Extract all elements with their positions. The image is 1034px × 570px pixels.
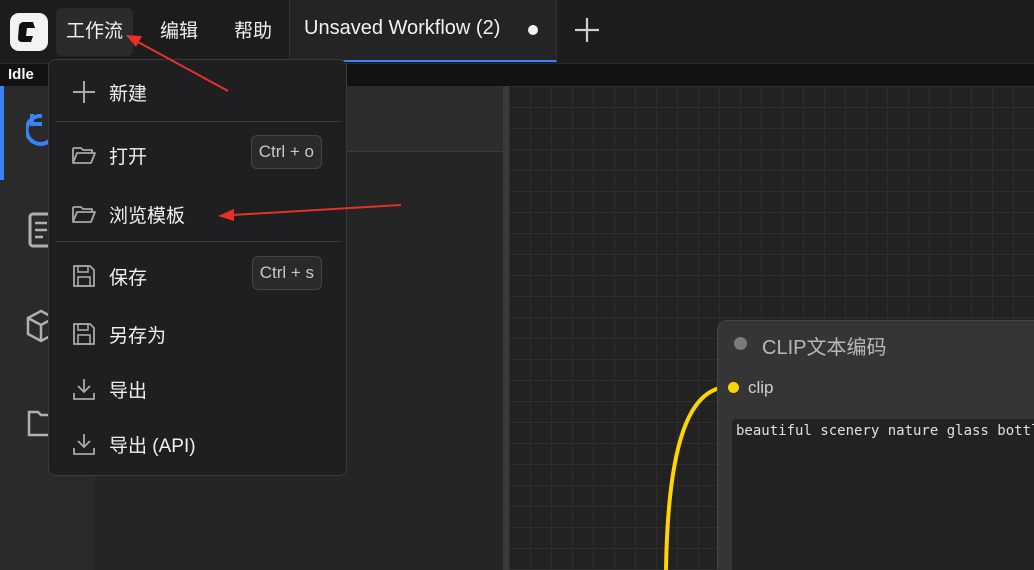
download-icon: [73, 379, 95, 400]
menu-item-label: 导出 (API): [109, 436, 196, 457]
save-icon: [73, 265, 95, 287]
workflow-dropdown-menu: 新建 打开 Ctrl + o 浏览模板 保存 Ctrl + s 另存为 导出 导…: [48, 59, 347, 476]
status-text: Idle: [8, 66, 34, 83]
shortcut-hint: Ctrl + o: [250, 135, 322, 169]
menu-item-save[interactable]: 保存 Ctrl + s: [49, 251, 346, 301]
prompt-textarea[interactable]: beautiful scenery nature glass bottle: [732, 419, 1034, 570]
tab-title: Unsaved Workflow (2): [304, 17, 501, 39]
menu-item-label: 浏览模板: [109, 206, 186, 227]
menu-help[interactable]: 帮助: [224, 8, 282, 56]
menu-item-export[interactable]: 导出: [49, 364, 346, 414]
app-logo[interactable]: [10, 13, 48, 51]
menu-divider: [55, 241, 341, 242]
clip-input-label: clip: [748, 378, 774, 397]
menu-item-open[interactable]: 打开 Ctrl + o: [49, 130, 346, 180]
menu-divider: [55, 121, 341, 122]
menu-item-browse-templates[interactable]: 浏览模板: [49, 189, 346, 239]
menu-item-label: 导出: [109, 381, 148, 402]
node-collapse-dot[interactable]: [734, 337, 747, 350]
menu-item-label: 新建: [109, 84, 148, 105]
clip-text-encode-node[interactable]: CLIP文本编码 clip beautiful scenery nature g…: [717, 320, 1034, 570]
download-icon: [73, 434, 95, 455]
shortcut-hint: Ctrl + s: [251, 256, 322, 290]
menu-item-label: 另存为: [109, 326, 167, 347]
node-header[interactable]: CLIP文本编码: [718, 321, 1034, 365]
menu-workflow[interactable]: 工作流: [56, 8, 134, 56]
menu-item-save-as[interactable]: 另存为: [49, 309, 346, 359]
tab-unsaved-workflow[interactable]: Unsaved Workflow (2): [289, 0, 557, 62]
menu-edit[interactable]: 编辑: [150, 8, 208, 56]
plus-icon: [73, 81, 95, 103]
plus-icon: [575, 18, 599, 42]
prompt-text: beautiful scenery nature glass bottle: [736, 423, 1034, 439]
menu-item-export-api[interactable]: 导出 (API): [49, 419, 346, 469]
unsaved-dot-icon: [528, 25, 538, 35]
menu-item-label: 保存: [109, 268, 148, 289]
node-title: CLIP文本编码: [762, 337, 887, 359]
add-tab-button[interactable]: [570, 13, 604, 47]
clip-input-slot[interactable]: [728, 382, 739, 393]
folder-open-icon: [72, 206, 96, 223]
save-icon: [73, 323, 95, 345]
top-bar: 工作流 编辑 帮助 Unsaved Workflow (2): [0, 0, 1034, 64]
sidebar-active-indicator: [0, 86, 4, 180]
folder-open-icon: [72, 147, 96, 164]
menu-item-label: 打开: [109, 147, 148, 168]
menu-item-new[interactable]: 新建: [49, 67, 346, 117]
logo-icon: [18, 22, 35, 42]
